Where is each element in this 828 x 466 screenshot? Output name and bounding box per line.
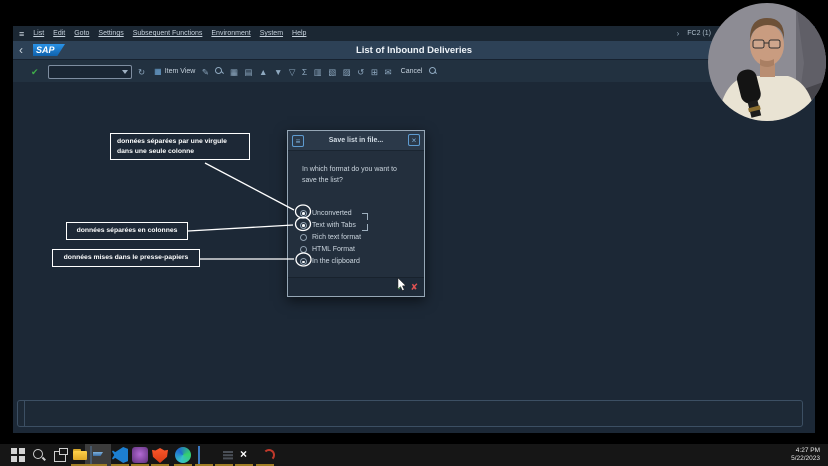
close-icon[interactable]: × — [408, 134, 420, 146]
chevron-down-icon — [122, 70, 128, 74]
confirm-check-icon[interactable]: ✔ — [396, 282, 404, 293]
chevron-right-icon: › — [677, 29, 680, 38]
menu-item-goto[interactable]: Goto — [74, 30, 89, 37]
command-combobox[interactable] — [48, 65, 132, 79]
running-indicator — [174, 464, 192, 466]
menu-item-subsequent-functions[interactable]: Subsequent Functions — [133, 30, 203, 37]
running-indicator — [151, 464, 169, 466]
confirm-check-icon[interactable]: ✔ — [31, 67, 39, 77]
menu-item-system[interactable]: System — [260, 30, 283, 37]
dialog-question: In which format do you want to save the … — [302, 164, 397, 186]
item-view-label: Item View — [165, 68, 196, 75]
print-icon[interactable]: ▥ — [314, 67, 322, 77]
annotation-label-clipboard: données mises dans le presse-papiers — [52, 249, 200, 267]
menu-item-environment[interactable]: Environment — [211, 30, 250, 37]
windows-taskbar: 4:27 PM 5/22/2023 — [0, 444, 828, 466]
glasses-left-lens — [753, 40, 764, 48]
magnifier-icon — [429, 67, 437, 75]
send-mail-icon[interactable]: ✉ — [385, 67, 392, 77]
running-indicator — [71, 464, 89, 466]
radio-option-text-with-tabs[interactable]: Text with Tabs — [300, 219, 361, 231]
running-indicator — [89, 464, 107, 466]
cancel-x-icon[interactable]: ✘ — [410, 282, 418, 293]
sort-ascending-icon[interactable]: ▲ — [259, 67, 267, 77]
taskbar-clock[interactable]: 4:27 PM 5/22/2023 — [791, 447, 820, 463]
menu-bar: ≡ List Edit Goto Settings Subsequent Fun… — [13, 26, 815, 41]
save-list-dialog: ≡ Save list in file... × In which format… — [287, 130, 425, 297]
running-indicator — [235, 464, 253, 466]
magnifier-icon — [215, 67, 223, 75]
running-indicator — [111, 464, 129, 466]
cancel-button[interactable]: Cancel — [401, 68, 423, 75]
insert-folder-icon[interactable]: ⊞ — [371, 67, 378, 77]
selection-corner-mark — [362, 213, 368, 220]
global-search-icon[interactable] — [429, 67, 437, 77]
sort-descending-icon[interactable]: ▼ — [274, 67, 282, 77]
export-list-icon[interactable]: ▧ — [328, 67, 336, 77]
item-view-icon: ▦ — [154, 67, 162, 76]
session-indicator: FC2 (1) — [687, 30, 711, 37]
vscode-icon[interactable] — [112, 447, 128, 463]
item-view-button[interactable]: ▦ Item View — [154, 67, 195, 76]
radio-option-html-format[interactable]: HTML Format — [300, 244, 361, 256]
application-toolbar: ✔ ↻ ▦ Item View ✎ ▦ ▤ ▲ ▼ ▽ Σ ▥ ▧ ▨ ↺ ⊞ … — [13, 59, 815, 83]
radio-circle[interactable] — [300, 222, 307, 229]
start-button[interactable] — [10, 447, 26, 463]
sap-logon-icon[interactable] — [90, 446, 92, 465]
window-app-icon[interactable] — [198, 446, 200, 465]
glasses-right-lens — [769, 40, 780, 48]
search-icon[interactable] — [215, 67, 223, 77]
radio-circle[interactable] — [300, 258, 307, 265]
running-indicator — [195, 464, 213, 466]
running-indicator — [215, 464, 233, 466]
radio-option-unconverted[interactable]: Unconverted — [300, 207, 361, 219]
status-bar — [17, 400, 803, 427]
edge-browser-icon[interactable] — [175, 447, 191, 463]
webcam-overlay — [708, 3, 826, 121]
circular-arrow-icon[interactable]: ↺ — [357, 67, 364, 77]
refresh-icon[interactable]: ↻ — [138, 67, 145, 77]
dialog-footer: ✔ ✘ — [288, 277, 424, 296]
menu-item-edit[interactable]: Edit — [53, 30, 65, 37]
selection-corner-mark — [362, 224, 368, 231]
dialog-menu-icon[interactable]: ≡ — [292, 135, 304, 147]
pencil-icon[interactable]: ✎ — [202, 67, 209, 77]
hamburger-icon[interactable]: ≡ — [19, 29, 24, 39]
screen: ≡ List Edit Goto Settings Subsequent Fun… — [0, 0, 828, 466]
filter-icon[interactable]: ▽ — [289, 67, 296, 77]
annotation-label-comma-separated: données séparées par une virgule dans un… — [110, 133, 250, 160]
dialog-title: Save list in file... — [306, 137, 406, 144]
purple-app-icon[interactable] — [132, 447, 148, 463]
menu-item-help[interactable]: Help — [292, 30, 306, 37]
format-options: Unconverted Text with Tabs Rich text for… — [300, 207, 361, 268]
brave-browser-icon[interactable] — [152, 447, 168, 463]
menu-item-list[interactable]: List — [33, 30, 44, 37]
menu-item-settings[interactable]: Settings — [98, 30, 123, 37]
sum-icon[interactable]: Σ — [302, 67, 307, 77]
radio-circle[interactable] — [300, 234, 307, 241]
annotation-label-columns: données séparées en colonnes — [66, 222, 188, 240]
dialog-title-bar: ≡ Save list in file... × — [288, 131, 424, 151]
title-bar: ‹ SAP List of Inbound Deliveries — [13, 41, 815, 59]
radio-circle[interactable] — [300, 246, 307, 253]
page-title: List of Inbound Deliveries — [13, 45, 815, 56]
local-file-icon[interactable]: ▨ — [343, 67, 351, 77]
change-layout-icon[interactable]: ▤ — [245, 67, 253, 77]
radio-circle[interactable] — [300, 210, 307, 217]
choose-detail-icon[interactable]: ▦ — [230, 67, 238, 77]
status-bar-grip — [18, 401, 25, 426]
webcam-video — [708, 3, 826, 121]
running-indicator — [131, 464, 149, 466]
running-indicator — [256, 464, 274, 466]
radio-option-rich-text-format[interactable]: Rich text format — [300, 231, 361, 243]
radio-option-in-the-clipboard[interactable]: In the clipboard — [300, 256, 361, 268]
